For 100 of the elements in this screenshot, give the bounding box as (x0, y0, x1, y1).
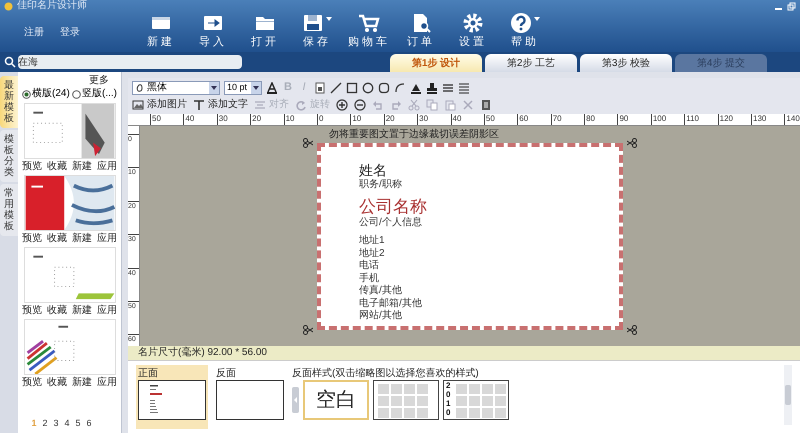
name-text[interactable]: 姓名 (359, 161, 619, 179)
document-icon[interactable] (480, 98, 492, 110)
font-select[interactable]: 黑体 (132, 80, 220, 94)
zoom-in-icon[interactable] (336, 98, 348, 110)
page-link[interactable]: 6 (86, 418, 92, 429)
side-tab[interactable]: 模板分类 (0, 130, 18, 182)
align-icon (254, 98, 266, 110)
radio-button[interactable] (22, 90, 31, 98)
scrollbar[interactable] (784, 365, 792, 425)
shopping-cart-icon (358, 12, 380, 34)
ruler-label: 30 (417, 114, 451, 125)
ruler-label: 80 (584, 114, 618, 125)
contact-text[interactable]: 电话 (359, 260, 619, 272)
template-action-link[interactable]: 新建 (72, 161, 92, 172)
template-action-link[interactable]: 收藏 (47, 161, 67, 172)
toolbar-button[interactable]: 新建 (135, 12, 187, 52)
ruler-label: 50 (150, 114, 184, 125)
toolbar-button[interactable]: 设置 (447, 12, 499, 52)
ruler-label: 50 (484, 114, 518, 125)
template-thumbnail[interactable] (24, 175, 116, 231)
contact-text[interactable]: 地址1 (359, 235, 619, 248)
line-spacing-icon[interactable] (442, 82, 454, 94)
card-face-thumbnail (138, 380, 206, 420)
back-style-option[interactable] (373, 380, 439, 420)
ruler-label: 90 (617, 114, 651, 125)
step-tab[interactable]: 第1步 设计 (390, 54, 482, 72)
radio-button[interactable] (72, 90, 81, 98)
settings-icon (462, 12, 484, 34)
template-action-link[interactable]: 新建 (72, 305, 92, 316)
paragraph-spacing-icon[interactable] (458, 82, 470, 94)
job-title-text[interactable]: 职务/职称 (359, 179, 619, 191)
circle-icon[interactable] (362, 82, 374, 94)
side-tab[interactable]: 常用模板 (0, 184, 18, 236)
back-style-option[interactable]: 空白 (303, 380, 369, 420)
toolbar-button[interactable]: 订单 (395, 12, 447, 52)
contact-text[interactable]: 手机 (359, 272, 619, 285)
text-color-icon[interactable] (266, 82, 278, 94)
template-thumbnail[interactable] (24, 247, 116, 303)
fill-icon[interactable] (410, 82, 422, 94)
back-style-option[interactable]: 2010 (443, 380, 509, 420)
company-info-text[interactable]: 公司/个人信息 (359, 217, 619, 229)
image-icon (132, 98, 144, 110)
toolbar-button[interactable]: 导入 (187, 12, 239, 52)
toolbar-button[interactable]: 帮助 (499, 12, 551, 52)
card-face-option[interactable]: 正面 (136, 365, 208, 429)
search-icon (4, 56, 16, 68)
caret-icon (534, 16, 540, 22)
rounded-rectangle-icon[interactable] (378, 82, 390, 94)
template-action-link[interactable]: 收藏 (47, 233, 67, 244)
template-action-link[interactable]: 应用 (97, 233, 117, 244)
account-link[interactable]: 登录 (60, 24, 80, 40)
restore-icon[interactable] (787, 2, 796, 10)
toolbar-button[interactable]: 保存 (291, 12, 343, 52)
toolbar-button[interactable]: 购物车 (343, 12, 395, 52)
ruler-label: 60 (517, 114, 551, 125)
curve-icon[interactable] (394, 82, 406, 94)
line-icon[interactable] (330, 82, 342, 94)
toolbar-action-button[interactable]: 添加图片 (132, 98, 187, 110)
side-tab[interactable]: 最新模板 (0, 76, 18, 128)
step-tab[interactable]: 第2步 工艺 (485, 54, 577, 72)
template-action-link[interactable]: 预览 (22, 161, 42, 172)
page-link[interactable]: 5 (76, 418, 81, 429)
contact-text[interactable]: 网站/其他 (359, 310, 619, 322)
window-title: 佳印名片设计师 (17, 1, 87, 11)
page-link[interactable]: 4 (64, 418, 70, 429)
more-link[interactable]: 更多 (89, 75, 109, 87)
template-action-link[interactable]: 收藏 (47, 377, 67, 388)
ruler-label: 70 (550, 114, 584, 125)
template-action-link[interactable]: 预览 (22, 233, 42, 244)
stamp-icon[interactable] (426, 82, 438, 94)
template-thumbnail[interactable] (24, 319, 116, 375)
template-action-link[interactable]: 应用 (97, 305, 117, 316)
template-action-link[interactable]: 预览 (22, 377, 42, 388)
search-field[interactable]: 在海 (18, 55, 242, 69)
rectangle-icon[interactable] (346, 82, 358, 94)
page-icon[interactable] (314, 82, 326, 94)
template-action-link[interactable]: 新建 (72, 233, 92, 244)
company-name-text[interactable]: 公司名称 (359, 197, 619, 217)
contact-text[interactable]: 地址2 (359, 248, 619, 260)
size-select[interactable]: 10 pt (224, 80, 262, 94)
page-link[interactable]: 3 (53, 418, 58, 429)
contact-text[interactable]: 电子邮箱/其他 (359, 298, 619, 310)
ruler-label: 110 (684, 114, 718, 125)
ruler-label: 40 (450, 114, 484, 125)
template-action-link[interactable]: 应用 (97, 161, 117, 172)
ruler-label: 20 (250, 114, 284, 125)
scissors-icon (627, 138, 637, 148)
template-thumbnail[interactable] (24, 103, 116, 159)
contact-text[interactable]: 传真/其他 (359, 285, 619, 298)
template-action-link[interactable]: 应用 (97, 377, 117, 388)
ruler-label: 30 (216, 114, 250, 125)
template-action-link[interactable]: 收藏 (47, 305, 67, 316)
zoom-out-icon[interactable] (354, 98, 366, 110)
page-link[interactable]: 2 (42, 418, 48, 429)
template-action-link[interactable]: 预览 (22, 305, 42, 316)
step-tab[interactable]: 第3步 校验 (580, 54, 672, 72)
toolbar-action-button[interactable]: 添加文字 (193, 98, 248, 110)
template-action-link[interactable]: 新建 (72, 377, 92, 388)
account-link[interactable]: 注册 (24, 24, 44, 40)
toolbar-button[interactable]: 打开 (239, 12, 291, 52)
